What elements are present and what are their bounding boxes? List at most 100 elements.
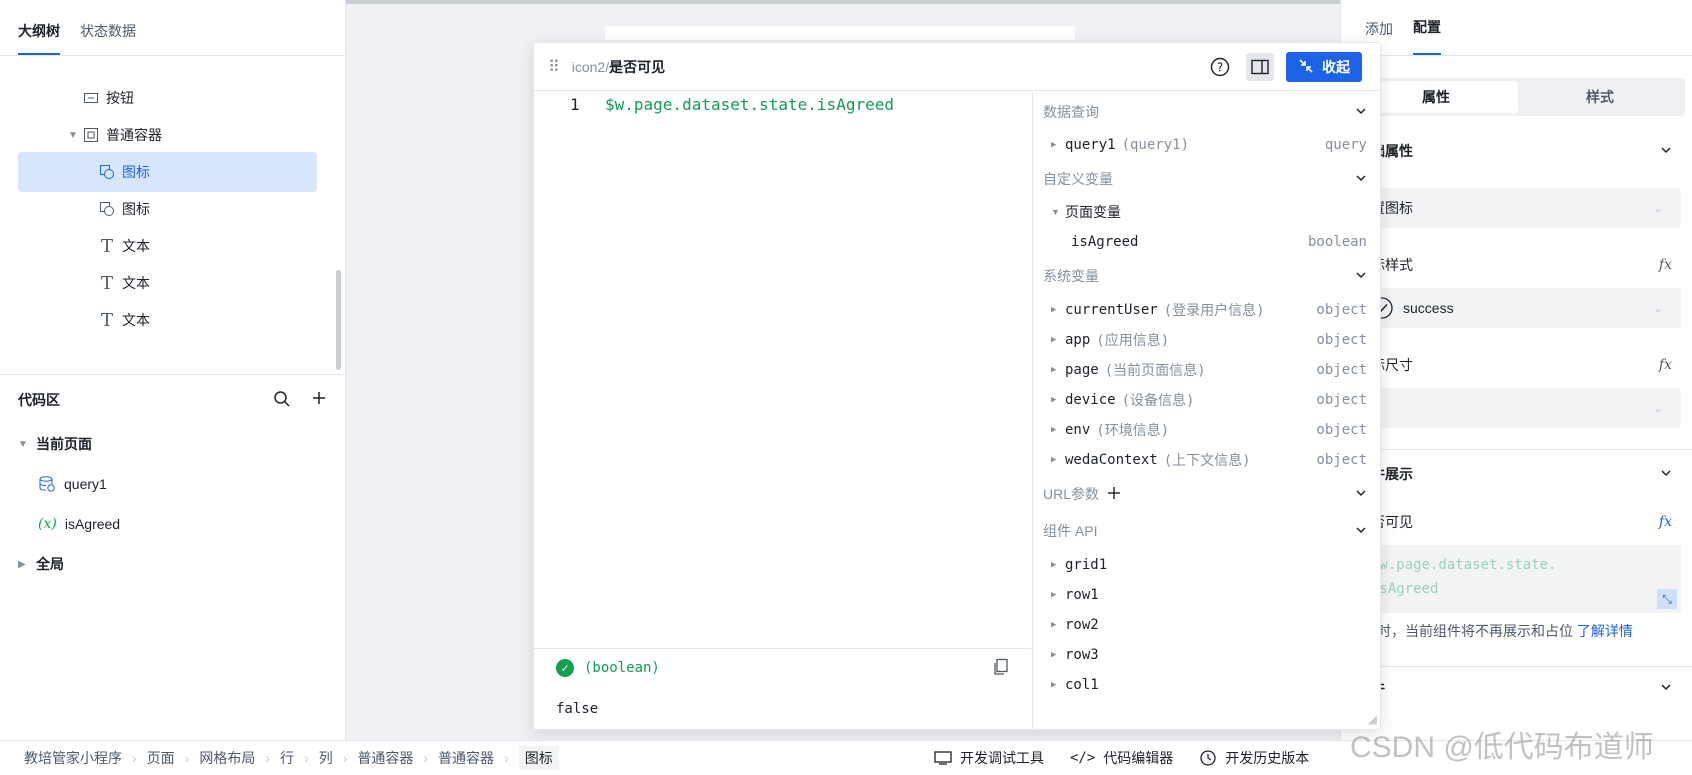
field-label-icon-style: 标样式 fx: [1371, 253, 1672, 277]
api-row-grid1[interactable]: ▶ grid1: [1051, 553, 1367, 577]
tree-item-button[interactable]: 按钮: [82, 78, 134, 118]
copy-icon[interactable]: [992, 658, 1010, 681]
group-system-vars[interactable]: 系统变量: [1043, 264, 1367, 288]
breadcrumb-item[interactable]: 页面: [147, 748, 175, 768]
chevron-down-icon: [1355, 524, 1367, 539]
breadcrumb-current[interactable]: 图标: [518, 746, 559, 770]
api-row-row2[interactable]: ▶ row2: [1051, 613, 1367, 637]
breadcrumb-item[interactable]: 网格布局: [199, 748, 255, 768]
code-editor[interactable]: [534, 92, 1031, 597]
breadcrumb-item[interactable]: 列: [319, 748, 333, 768]
code-group-global[interactable]: ▶ 全局: [18, 550, 64, 578]
tree-item-text[interactable]: T 文本: [98, 263, 150, 303]
code-editor-button[interactable]: </> 代码编辑器: [1070, 748, 1173, 768]
tree-item-text[interactable]: T 文本: [98, 226, 150, 266]
section-basic-properties[interactable]: 础属性: [1371, 139, 1672, 163]
var-row-env[interactable]: ▶ env (环境信息) object: [1051, 418, 1367, 442]
tree-item-text[interactable]: T 文本: [98, 300, 150, 340]
tab-outline-tree[interactable]: 大纲树: [18, 21, 60, 55]
expand-icon[interactable]: ⤡: [1657, 589, 1677, 609]
icon-size-select[interactable]: 中 ⌄: [1351, 388, 1681, 428]
var-row-wedacontext[interactable]: ▶ wedaContext (上下文信息) object: [1051, 448, 1367, 472]
tree-item-label: 文本: [122, 275, 150, 291]
expression-line: $w.page.dataset.state.: [1371, 557, 1557, 573]
fx-icon[interactable]: fx: [1659, 357, 1672, 373]
code-group-current-page[interactable]: ▼ 当前页面: [18, 430, 92, 458]
breadcrumb-item[interactable]: 教培管家小程序: [24, 748, 122, 768]
learn-more-link[interactable]: 了解详情: [1577, 623, 1633, 639]
group-component-api[interactable]: 组件 API: [1043, 519, 1367, 543]
history-icon: [1199, 749, 1217, 767]
var-name: wedaContext: [1065, 452, 1158, 468]
breadcrumb-item[interactable]: 普通容器: [438, 748, 494, 768]
fx-icon-active[interactable]: fx: [1659, 514, 1672, 530]
breadcrumb-item[interactable]: 行: [280, 748, 294, 768]
var-row-page[interactable]: ▶ page (当前页面信息) object: [1051, 358, 1367, 382]
caret-down-icon[interactable]: ▼: [68, 130, 82, 141]
group-data-query[interactable]: 数据查询: [1043, 100, 1367, 124]
line-number: 1: [570, 95, 580, 114]
history-versions-button[interactable]: 开发历史版本: [1199, 748, 1309, 768]
icon-select-field[interactable]: 置图标 ⌄: [1351, 188, 1681, 228]
tab-state-data[interactable]: 状态数据: [80, 21, 136, 55]
api-row-row1[interactable]: ▶ row1: [1051, 583, 1367, 607]
path-prefix: icon2/: [571, 58, 610, 75]
tab-config[interactable]: 配置: [1413, 17, 1441, 55]
tree-item-label: 普通容器: [106, 127, 162, 143]
chevron-down-icon: ⌄: [1652, 401, 1663, 415]
tree-scrollbar[interactable]: [336, 270, 341, 370]
icon-style-select[interactable]: success ⌄: [1351, 288, 1681, 328]
code-item-query1[interactable]: query1: [38, 470, 107, 498]
monitor-icon: [934, 751, 952, 765]
watermark-text: CSDN @低代码布道师: [1350, 731, 1654, 764]
tool-label: 开发历史版本: [1225, 750, 1310, 766]
var-type: query: [1324, 137, 1367, 153]
var-row-app[interactable]: ▶ app (应用信息) object: [1051, 328, 1367, 352]
var-comment: (当前页面信息): [1104, 363, 1206, 379]
var-row-currentuser[interactable]: ▶ currentUser (登录用户信息) object: [1051, 298, 1367, 322]
search-icon[interactable]: [273, 390, 291, 411]
divider: [1341, 666, 1692, 667]
right-tabs: 添加 配置: [1341, 0, 1692, 56]
tree-item-label: 按钮: [106, 90, 134, 106]
api-row-col1[interactable]: ▶ col1: [1051, 673, 1367, 697]
var-type: object: [1316, 332, 1367, 348]
api-row-row3[interactable]: ▶ row3: [1051, 643, 1367, 667]
debug-tools-button[interactable]: 开发调试工具: [934, 748, 1044, 768]
drag-handle-icon[interactable]: ⠿: [548, 57, 560, 77]
var-type: object: [1316, 422, 1367, 438]
var-group-page-vars[interactable]: ▼ 页面变量: [1051, 200, 1367, 224]
breadcrumb-item[interactable]: 普通容器: [357, 748, 413, 768]
tree-item-icon-selected[interactable]: 图标: [18, 152, 317, 192]
tree-item-container[interactable]: ▼ 普通容器: [68, 115, 162, 155]
tree-item-label: 图标: [122, 164, 150, 180]
var-row-isagreed[interactable]: isAgreed boolean: [1071, 230, 1367, 254]
breadcrumb: 教培管家小程序 › 页面 › 网格布局 › 行 › 列 › 普通容器 › 普通容器 › 图标: [24, 746, 559, 770]
chevron-down-icon: [1355, 487, 1367, 502]
group-custom-vars[interactable]: 自定义变量: [1043, 167, 1367, 191]
var-row-device[interactable]: ▶ device (设备信息) object: [1051, 388, 1367, 412]
var-name: env: [1065, 422, 1091, 438]
help-icon[interactable]: ?: [1206, 53, 1234, 81]
var-comment: (设备信息): [1121, 393, 1195, 409]
fx-icon[interactable]: fx: [1659, 257, 1672, 273]
section-component-display[interactable]: 件展示: [1371, 462, 1672, 486]
collapse-button[interactable]: 收起: [1286, 52, 1362, 82]
code-item-isagreed[interactable]: (x) isAgreed: [38, 510, 120, 538]
bottom-tools: 开发调试工具 </> 代码编辑器 开发历史版本: [934, 748, 1309, 768]
var-row-query1[interactable]: ▶ query1 (query1) query: [1051, 133, 1367, 157]
result-type: ✓ (boolean): [556, 659, 660, 677]
tree-item-icon[interactable]: 图标: [98, 189, 150, 229]
add-icon[interactable]: [1107, 486, 1121, 503]
code-line[interactable]: $w.page.dataset.state.isAgreed: [605, 95, 894, 114]
caret-right-icon: ▶: [1051, 560, 1057, 570]
segment-style[interactable]: 样式: [1518, 81, 1682, 113]
visible-expression-field[interactable]: $w.page.dataset.state. isAgreed ⤡: [1351, 545, 1681, 613]
toggle-sidebar-icon[interactable]: [1246, 53, 1274, 81]
section-events[interactable]: 件: [1371, 676, 1672, 700]
container-icon: [82, 126, 100, 144]
result-value: false: [556, 701, 599, 717]
var-type: object: [1316, 362, 1367, 378]
add-icon[interactable]: [311, 390, 327, 411]
group-url-params[interactable]: URL参数: [1043, 482, 1367, 506]
